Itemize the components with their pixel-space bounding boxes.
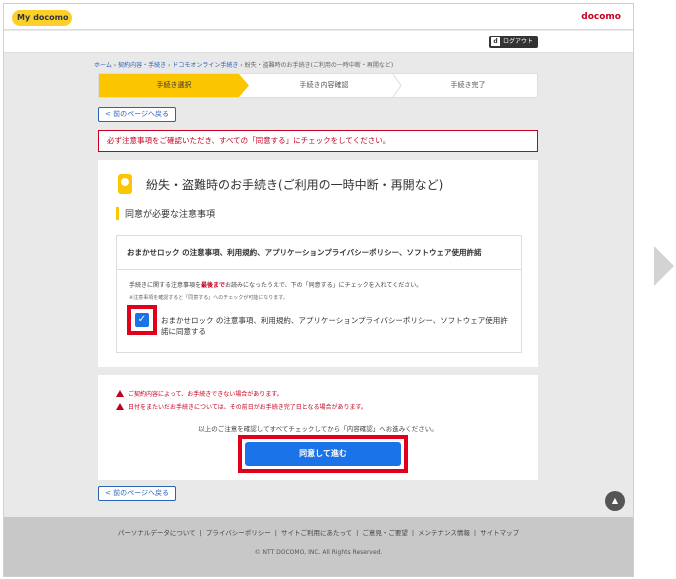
breadcrumb-contract[interactable]: 契約内容・手続き xyxy=(118,62,166,69)
phone-icon xyxy=(118,174,132,194)
progress-steps: 手続き選択 手続き内容確認 手続き完了 xyxy=(98,73,538,98)
proceed-card: ご契約内容によって、お手続きできない場合があります。 日付をまたいだお手続きにつ… xyxy=(98,375,538,480)
warning-text: ご契約内容によって、お手続きできない場合があります。 xyxy=(128,391,283,398)
docomo-brand[interactable]: docomo xyxy=(581,12,621,22)
d-account-icon: d xyxy=(490,37,500,46)
agree-checkbox[interactable]: ✓ xyxy=(135,313,149,327)
terms-heading[interactable]: おまかせロック の注意事項、利用規約、アプリケーションプライバシーポリシー、ソフ… xyxy=(117,236,521,270)
footer-separator: | xyxy=(356,529,359,537)
logout-button[interactable]: d ログアウト xyxy=(488,36,538,48)
site-footer: パーソナルデータについて | プライバシーポリシー | サイトご利用にあたって | ご意見・… xyxy=(4,517,633,576)
terms-instruction-emphasis: 最後まで xyxy=(201,282,226,289)
footer-link-maintenance[interactable]: メンテナンス情報 xyxy=(418,529,470,537)
terms-instruction-pre: 手続きに関する注意事項を xyxy=(129,282,202,289)
logout-label: ログアウト xyxy=(502,38,533,45)
agree-proceed-button[interactable]: 同意して進む xyxy=(245,442,401,466)
terms-instruction-post: お読みになったうえで、下の「同意する」にチェックを入れてください。 xyxy=(225,282,423,289)
agree-label[interactable]: おまかせロック の注意事項、利用規約、アプリケーションプライバシーポリシー、ソフ… xyxy=(161,315,511,337)
footer-link-personal-data[interactable]: パーソナルデータについて xyxy=(118,529,196,537)
warning-item: 日付をまたいだお手続きについては、その前日がお手続き完了日となる場合があります。 xyxy=(116,402,367,411)
terms-instruction: 手続きに関する注意事項を最後までお読みになったうえで、下の「同意する」にチェック… xyxy=(129,280,422,289)
page-title: 紛失・盗難時のお手続き(ご利用の一時中断・再開など) xyxy=(146,178,444,192)
confirm-note: 以上のご注意を確認してすべてチェックしてから「内容確認」へお進みください。 xyxy=(198,425,438,433)
breadcrumb: ホーム › 契約内容・手続き › ドコモオンライン手続き › 紛失・盗難時のお手… xyxy=(94,60,393,69)
checkmark-icon: ✓ xyxy=(137,314,147,325)
alert-message: 必ず注意事項をご確認いただき、すべての「同意する」にチェックをしてください。 xyxy=(98,130,538,152)
back-button-top[interactable]: < 前のページへ戻る xyxy=(98,107,176,122)
browser-frame: My docomo docomo d ログアウト ホーム › 契約内容・手続き › … xyxy=(3,3,634,577)
step-select: 手続き選択 xyxy=(99,74,249,97)
footer-separator: | xyxy=(411,529,415,537)
logo-my-text: My xyxy=(17,13,31,22)
back-button-bottom[interactable]: < 前のページへ戻る xyxy=(98,486,176,501)
scroll-to-top-icon[interactable]: ▲ xyxy=(605,491,625,511)
footer-separator: | xyxy=(199,529,202,537)
footer-link-privacy[interactable]: プライバシーポリシー xyxy=(206,529,271,537)
warning-item: ご契約内容によって、お手続きできない場合があります。 xyxy=(116,389,283,398)
site-header: My docomo docomo xyxy=(4,4,633,30)
copyright: © NTT DOCOMO, INC. All Rights Reserved. xyxy=(254,549,383,556)
breadcrumb-current: 紛失・盗難時のお手続き(ご利用の一時中断・再開など) xyxy=(244,62,394,69)
next-arrow-icon xyxy=(654,246,674,286)
footer-link-feedback[interactable]: ご意見・ご要望 xyxy=(362,529,408,537)
warning-text: 日付をまたいだお手続きについては、その前日がお手続き完了日となる場合があります。 xyxy=(128,404,367,411)
step-confirm: 手続き内容確認 xyxy=(299,81,349,89)
footer-separator: | xyxy=(274,529,277,537)
notice-card: 紛失・盗難時のお手続き(ご利用の一時中断・再開など) 同意が必要な注意事項 おま… xyxy=(98,160,538,367)
breadcrumb-online[interactable]: ドコモオンライン手続き xyxy=(172,62,238,69)
proceed-highlight: 同意して進む xyxy=(238,435,408,473)
step-complete: 手続き完了 xyxy=(450,81,486,89)
footer-link-sitemap[interactable]: サイトマップ xyxy=(480,529,519,537)
section-heading: 同意が必要な注意事項 xyxy=(116,207,215,220)
my-docomo-logo[interactable]: My docomo xyxy=(12,10,72,26)
footer-separator: | xyxy=(473,529,477,537)
logout-bar: d ログアウト xyxy=(4,31,633,53)
footer-link-terms[interactable]: サイトご利用にあたって xyxy=(281,529,352,537)
warning-icon xyxy=(116,390,124,397)
terms-box: おまかせロック の注意事項、利用規約、アプリケーションプライバシーポリシー、ソフ… xyxy=(116,235,522,353)
checkbox-highlight: ✓ xyxy=(127,305,157,335)
warning-icon xyxy=(116,403,124,410)
logo-docomo-text: docomo xyxy=(33,13,69,22)
terms-note: ※注意事項を確認すると「同意する」へのチェックが可能になります。 xyxy=(129,295,288,301)
footer-links: パーソナルデータについて | プライバシーポリシー | サイトご利用にあたって | ご意見・… xyxy=(4,527,633,537)
breadcrumb-home[interactable]: ホーム xyxy=(94,62,112,69)
